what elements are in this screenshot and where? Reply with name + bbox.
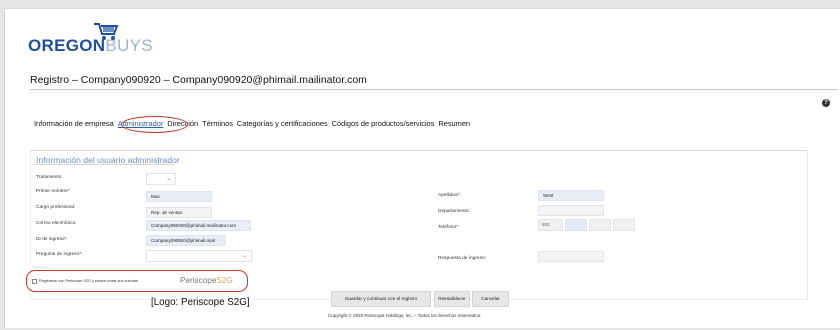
tab-codigos[interactable]: Códigos de productos/servicios — [332, 119, 435, 128]
periscope-register-checkbox[interactable] — [32, 279, 37, 284]
telefono-label: Teléfono*: — [438, 225, 460, 230]
chevron-down-icon: ⌄ — [241, 252, 247, 259]
registration-tabs: Información de empresa Administrador Dir… — [34, 119, 474, 128]
page-title: Registro – Company090920 – Company090920… — [30, 74, 367, 86]
periscope-logo-caption: [Logo: Periscope S2G] — [151, 297, 250, 308]
cargo-input[interactable]: Rep. de ventas — [146, 207, 212, 218]
shopping-cart-icon — [94, 23, 119, 40]
pregunta-label: Pregunta de ingreso*: — [36, 252, 83, 257]
departamento-input[interactable] — [538, 205, 604, 216]
respuesta-input[interactable] — [538, 251, 604, 262]
copyright-text: Copyright © 2020 Periscope Holdings, Inc… — [328, 313, 482, 318]
telefono-prefix-input[interactable] — [565, 219, 587, 231]
periscope-logo-text: Periscope — [180, 276, 217, 285]
tratamiento-label: Tratamiento — [36, 175, 62, 180]
primer-nombre-label: Primer nombre* — [36, 189, 70, 194]
telefono-line-input[interactable] — [589, 219, 611, 231]
oregonbuys-logo[interactable]: OREGON BUYS — [28, 23, 153, 56]
tratamiento-select[interactable]: ⌄ — [146, 173, 176, 185]
cargo-label: Cargo profesional: — [36, 205, 76, 210]
periscope-s2g-logo: PeriscopeS2G — [180, 276, 233, 285]
reset-button[interactable]: Reestablecer — [434, 291, 470, 307]
active-tab-highlight — [121, 116, 188, 133]
telefono-area-input[interactable]: 503 — [538, 219, 563, 231]
apellidos-label: Apellidos*: — [438, 193, 461, 198]
cancel-button[interactable]: Cancelar — [472, 291, 509, 307]
id-ingreso-label: ID de ingreso*: — [36, 237, 68, 242]
primer-nombre-input[interactable]: Max — [146, 191, 212, 202]
periscope-register-label: Registrese con Periscope S2G y enlace to… — [39, 279, 139, 283]
apellidos-input[interactable]: West — [538, 190, 604, 201]
registration-header: Registro – Company090920 – Company090920… — [30, 68, 838, 90]
tab-terminos[interactable]: Términos — [202, 119, 233, 128]
periscope-logo-accent: S2G — [216, 276, 233, 285]
correo-label: Correo electrónico: — [36, 221, 77, 226]
tab-categorias[interactable]: Categorías y certificaciones — [237, 119, 328, 128]
telefono-ext-input[interactable] — [613, 219, 635, 231]
help-icon[interactable]: ? — [822, 99, 830, 107]
departamento-label: Departamento: — [438, 209, 470, 214]
correo-input[interactable]: Company090920@phimail.mailinator.com — [146, 220, 251, 231]
tab-informacion-empresa[interactable]: Información de empresa — [34, 119, 114, 128]
tab-resumen[interactable]: Resumen — [438, 119, 470, 128]
pregunta-select[interactable]: ⌄ — [146, 250, 252, 262]
section-divider — [34, 164, 174, 165]
respuesta-label: Respuesta de ingreso: — [438, 256, 486, 261]
id-ingreso-input[interactable]: Company090920@phimail.mail — [146, 235, 226, 246]
chevron-down-icon: ⌄ — [165, 175, 171, 182]
save-continue-button[interactable]: Guardar y continuar con el registro — [331, 291, 431, 307]
